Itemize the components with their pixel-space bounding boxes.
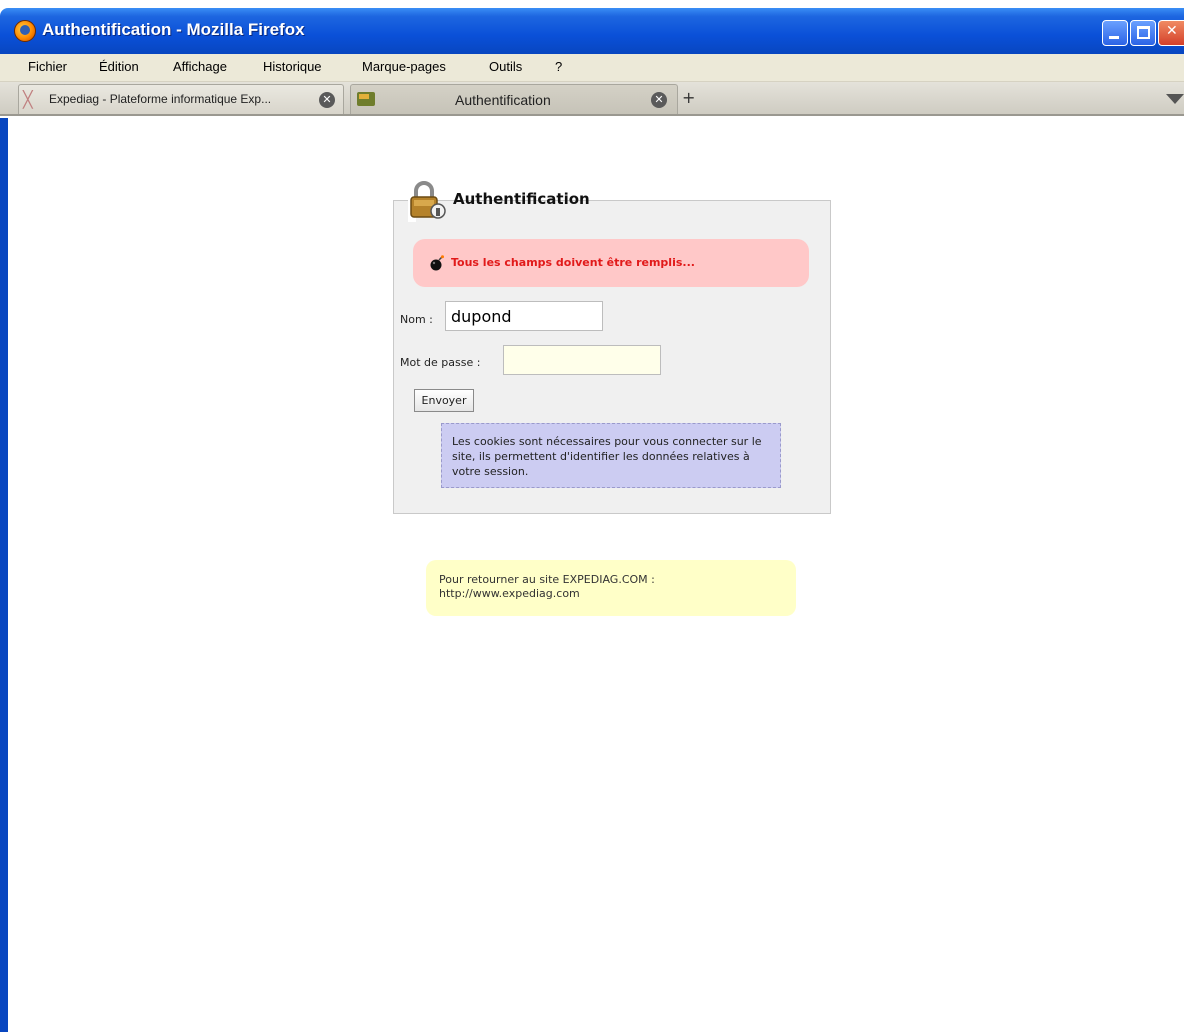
error-message-box: Tous les champs doivent être remplis... bbox=[413, 239, 809, 287]
menu-fichier[interactable]: Fichier bbox=[28, 59, 67, 74]
page-viewport: Authentification Tous les champs doivent… bbox=[0, 118, 1184, 1032]
auth-legend: Authentification bbox=[408, 178, 590, 222]
menu-outils[interactable]: Outils bbox=[489, 59, 522, 74]
padlock-icon bbox=[410, 181, 446, 219]
new-tab-button[interactable]: + bbox=[682, 88, 695, 107]
window-title: Authentification - Mozilla Firefox bbox=[42, 20, 305, 39]
firefox-icon bbox=[14, 20, 36, 42]
menu-affichage[interactable]: Affichage bbox=[173, 59, 227, 74]
envoyer-button[interactable]: Envoyer bbox=[414, 389, 474, 412]
tab-authentification[interactable]: Authentification ✕ bbox=[350, 84, 678, 114]
nom-label: Nom : bbox=[400, 313, 433, 326]
maximize-button[interactable] bbox=[1130, 20, 1156, 46]
menu-historique[interactable]: Historique bbox=[263, 59, 322, 74]
close-window-button[interactable]: ✕ bbox=[1158, 20, 1184, 46]
menu-marque-pages[interactable]: Marque-pages bbox=[362, 59, 446, 74]
return-notice-text: Pour retourner au site EXPEDIAG.COM : bbox=[439, 573, 655, 586]
nom-input[interactable] bbox=[445, 301, 603, 331]
close-tab-icon[interactable]: ✕ bbox=[651, 92, 667, 108]
password-input[interactable] bbox=[503, 345, 661, 375]
title-bar: Authentification - Mozilla Firefox ✕ bbox=[0, 8, 1184, 54]
bomb-icon bbox=[430, 255, 444, 271]
tab-label: Expediag - Plateforme informatique Exp..… bbox=[49, 92, 272, 106]
cookie-notice: Les cookies sont nécessaires pour vous c… bbox=[441, 423, 781, 488]
return-notice-link[interactable]: http://www.expediag.com bbox=[439, 587, 784, 601]
close-icon: ✕ bbox=[1166, 23, 1178, 39]
auth-title: Authentification bbox=[453, 190, 590, 208]
tab-label: Authentification bbox=[455, 92, 551, 108]
return-notice: Pour retourner au site EXPEDIAG.COM : ht… bbox=[426, 560, 796, 616]
menu-edition[interactable]: Édition bbox=[99, 59, 139, 74]
error-text: Tous les champs doivent être remplis... bbox=[451, 256, 695, 269]
menu-help[interactable]: ? bbox=[555, 59, 562, 74]
minimize-icon bbox=[1109, 36, 1119, 39]
browser-window: Authentification - Mozilla Firefox ✕ Fic… bbox=[0, 0, 1184, 1032]
expediag-favicon-icon: ╳ bbox=[23, 90, 33, 109]
password-label: Mot de passe : bbox=[400, 356, 481, 369]
folder-favicon-icon bbox=[357, 92, 375, 106]
maximize-icon bbox=[1137, 26, 1150, 39]
menu-bar: Fichier Édition Affichage Historique Mar… bbox=[0, 54, 1184, 82]
minimize-button[interactable] bbox=[1102, 20, 1128, 46]
tab-bar: ╳ Expediag - Plateforme informatique Exp… bbox=[0, 82, 1184, 116]
close-tab-icon[interactable]: ✕ bbox=[319, 92, 335, 108]
tab-expediag[interactable]: ╳ Expediag - Plateforme informatique Exp… bbox=[18, 84, 344, 114]
tab-list-arrow-icon[interactable] bbox=[1166, 94, 1184, 104]
